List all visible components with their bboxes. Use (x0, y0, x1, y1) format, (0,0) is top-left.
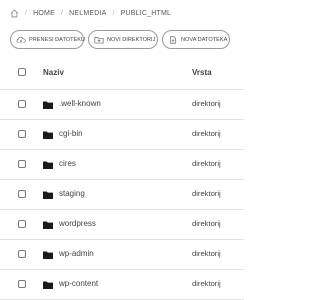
breadcrumb-item-nelmedia[interactable]: NELMEDIA (69, 10, 106, 17)
file-plus-icon (170, 35, 176, 44)
row-checkbox[interactable] (18, 280, 26, 288)
breadcrumb-separator: / (25, 9, 28, 17)
file-type: direktorij (192, 159, 221, 168)
file-name[interactable]: wp-admin (59, 249, 94, 258)
file-name[interactable]: .well-known (59, 99, 101, 108)
breadcrumb-item-public-html[interactable]: PUBLIC_HTML (121, 10, 171, 17)
new-directory-label: NOVI DIREKTORIJ (107, 36, 156, 43)
column-header-type[interactable]: Vrsta (192, 68, 212, 77)
file-name[interactable]: cgi-bin (59, 129, 83, 138)
file-name[interactable]: wp-content (59, 279, 98, 288)
file-name[interactable]: cires (59, 159, 76, 168)
table-row[interactable]: cgi-bin direktorij (0, 120, 244, 150)
folder-icon (43, 221, 53, 229)
column-header-name[interactable]: Naziv (43, 68, 64, 77)
new-directory-button[interactable]: NOVI DIREKTORIJ (88, 30, 158, 49)
folder-icon (43, 191, 53, 199)
folder-icon (43, 251, 53, 259)
table-row[interactable]: wordpress direktorij (0, 210, 244, 240)
select-all-checkbox[interactable] (18, 68, 26, 76)
row-checkbox[interactable] (18, 160, 26, 168)
breadcrumb-separator: / (60, 9, 64, 17)
folder-plus-icon (94, 36, 104, 43)
table-row[interactable]: wp-content direktorij (0, 270, 244, 300)
file-type: direktorij (192, 129, 221, 138)
file-type: direktorij (192, 249, 221, 258)
row-checkbox[interactable] (18, 250, 26, 258)
table-row[interactable]: staging direktorij (0, 180, 244, 210)
folder-icon (43, 281, 53, 289)
breadcrumb-item-home[interactable]: HOME (33, 10, 55, 17)
file-name[interactable]: staging (59, 189, 85, 198)
breadcrumb: / HOME / NELMEDIA / PUBLIC_HTML (10, 6, 171, 20)
file-type: direktorij (192, 219, 221, 228)
table-row[interactable]: .well-known direktorij (0, 90, 244, 120)
new-file-button[interactable]: NOVA DATOTEKA (162, 30, 230, 49)
table-header: Naziv Vrsta (0, 57, 244, 90)
file-table: Naziv Vrsta .well-known direktorij cgi-b… (0, 57, 244, 300)
file-name[interactable]: wordpress (59, 219, 96, 228)
cloud-upload-icon (16, 36, 26, 43)
folder-icon (43, 161, 53, 169)
home-icon[interactable] (10, 9, 19, 18)
row-checkbox[interactable] (18, 100, 26, 108)
table-row[interactable]: cires direktorij (0, 150, 244, 180)
file-type: direktorij (192, 279, 221, 288)
upload-file-label: PRENESI DATOTEKU (29, 36, 86, 43)
new-file-label: NOVA DATOTEKA (181, 36, 228, 43)
upload-file-button[interactable]: PRENESI DATOTEKU (10, 30, 86, 49)
row-checkbox[interactable] (18, 220, 26, 228)
row-checkbox[interactable] (18, 130, 26, 138)
file-type: direktorij (192, 99, 221, 108)
breadcrumb-separator: / (112, 9, 115, 17)
row-checkbox[interactable] (18, 190, 26, 198)
folder-icon (43, 131, 53, 139)
toolbar: PRENESI DATOTEKU NOVI DIREKTORIJ NOVA DA… (10, 30, 230, 49)
table-row[interactable]: wp-admin direktorij (0, 240, 244, 270)
file-type: direktorij (192, 189, 221, 198)
file-manager: / HOME / NELMEDIA / PUBLIC_HTML PRENESI … (0, 0, 244, 300)
folder-icon (43, 101, 53, 109)
